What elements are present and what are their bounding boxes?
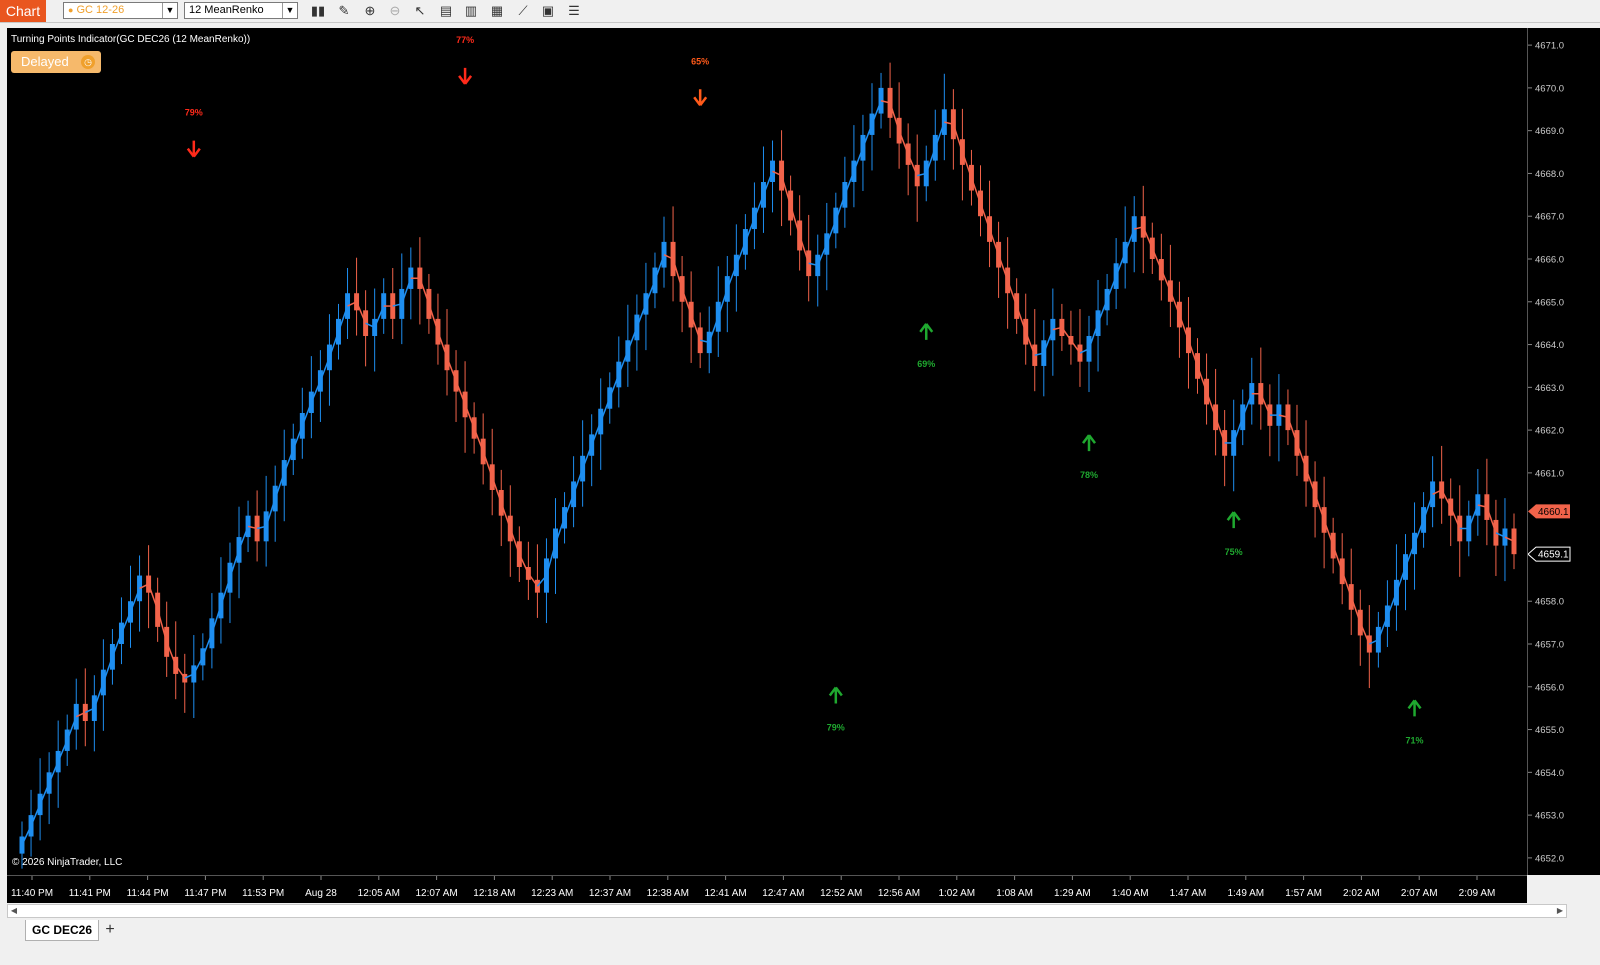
time-tick-label: 12:23 AM — [531, 888, 573, 899]
add-tab-icon[interactable]: + — [101, 920, 119, 940]
bar-type-selector[interactable]: 12 MeanRenko ▼ — [184, 2, 298, 19]
chevron-down-icon[interactable]: ▼ — [282, 3, 297, 18]
buy-signal-label: 75% — [1225, 547, 1243, 557]
price-tick-label: 4665.0 — [1535, 297, 1564, 308]
chart-toolbar: Chart ● GC 12-26 ▼ 12 MeanRenko ▼ ▮▮ ✎ ⊕… — [0, 0, 1600, 23]
time-tick-label: 12:47 AM — [762, 888, 804, 899]
price-tick-label: 4664.0 — [1535, 340, 1564, 351]
scroll-left-icon[interactable]: ◀ — [8, 905, 20, 917]
price-tick-label: 4662.0 — [1535, 426, 1564, 437]
strategies-icon[interactable]: ⟋ — [514, 2, 532, 20]
time-tick-label: 11:44 PM — [127, 888, 169, 899]
data-box-icon[interactable]: ▤ — [437, 2, 455, 20]
price-tick-label: 4654.0 — [1535, 768, 1564, 779]
time-tick-label: 1:40 AM — [1112, 888, 1149, 899]
tab-gc-dec26[interactable]: GC DEC26 — [25, 920, 99, 941]
time-tick-label: 1:57 AM — [1285, 888, 1322, 899]
time-tick-label: 12:07 AM — [415, 888, 457, 899]
zoom-in-icon[interactable]: ⊕ — [361, 2, 379, 20]
up-arrow-icon — [1226, 511, 1241, 529]
time-tick-label: 12:37 AM — [589, 888, 631, 899]
bars-icon[interactable]: ▮▮ — [309, 2, 327, 20]
copyright-text: © 2026 NinjaTrader, LLC — [12, 857, 123, 868]
time-axis-svg: 11:40 PM 11:41 PM 11:44 PM 11:47 PM 11:53 PM… — [11, 876, 1496, 899]
time-tick-label: Aug 28 — [305, 888, 337, 899]
time-tick-label: 12:41 AM — [704, 888, 746, 899]
clock-icon: ◷ — [81, 55, 95, 69]
time-tick-label: 11:47 PM — [184, 888, 226, 899]
horizontal-scrollbar[interactable]: ◀ ▶ — [7, 904, 1567, 918]
last-price-label: 4659.1 — [1538, 550, 1569, 561]
price-tick-label: 4653.0 — [1535, 811, 1564, 822]
sell-signal-label: 77% — [456, 35, 474, 45]
time-tick-label: 1:08 AM — [996, 888, 1033, 899]
up-arrow-icon — [1407, 699, 1422, 717]
buy-signal-label: 79% — [827, 723, 845, 733]
time-tick-label: 12:52 AM — [820, 888, 862, 899]
time-tick-label: 12:38 AM — [647, 888, 689, 899]
time-tick-label: 12:05 AM — [358, 888, 400, 899]
up-arrow-icon — [828, 686, 843, 704]
price-tick-label: 4666.0 — [1535, 255, 1564, 266]
price-tick-label: 4652.0 — [1535, 853, 1564, 864]
sell-signal-label: 79% — [185, 108, 203, 118]
time-tick-label: 2:02 AM — [1343, 888, 1380, 899]
list-icon[interactable]: ☰ — [565, 2, 583, 20]
price-axis-svg: 4671.0 4670.0 4669.0 4668.0 4667.0 4666.0 4665… — [1527, 41, 1571, 864]
price-tick-label: 4657.0 — [1535, 640, 1564, 651]
price-tick-label: 4669.0 — [1535, 126, 1564, 137]
bar-type-value: 12 MeanRenko — [189, 4, 264, 16]
price-tick-label: 4670.0 — [1535, 83, 1564, 94]
price-tick-label: 4661.0 — [1535, 468, 1564, 479]
price-tick-label: 4667.0 — [1535, 212, 1564, 223]
chart-tab-bar: GC DEC26 + — [0, 920, 1600, 965]
indicator-label: Turning Points Indicator(GC DEC26 (12 Me… — [11, 34, 251, 45]
chevron-down-icon[interactable]: ▼ — [162, 3, 177, 18]
instrument-value: GC 12-26 — [76, 4, 125, 16]
price-axis[interactable]: 4671.0 4670.0 4669.0 4668.0 4667.0 4666.0 4665… — [1527, 28, 1600, 875]
price-tick-label: 4671.0 — [1535, 41, 1564, 52]
zoom-out-icon[interactable]: ⊖ — [386, 2, 404, 20]
instrument-selector[interactable]: ● GC 12-26 ▼ — [63, 2, 178, 19]
time-tick-label: 11:40 PM — [11, 888, 53, 899]
pencil-icon[interactable]: ✎ — [335, 2, 353, 20]
bar-style-icon[interactable]: ▥ — [462, 2, 480, 20]
time-tick-label: 1:47 AM — [1170, 888, 1207, 899]
time-tick-label: 1:02 AM — [938, 888, 975, 899]
time-axis[interactable]: 11:40 PM 11:41 PM 11:44 PM 11:47 PM 11:53 PM… — [7, 875, 1527, 903]
chart-plot-area[interactable]: 79% 77% 65% 79% 69% 78% 75% 71% — [7, 28, 1527, 875]
time-tick-label: 11:41 PM — [69, 888, 111, 899]
current-price-label: 4660.1 — [1538, 507, 1569, 518]
down-arrow-icon — [693, 89, 708, 107]
price-tick-label: 4655.0 — [1535, 725, 1564, 736]
price-chart-svg: 79% 77% 65% 79% 69% 78% 75% 71% — [19, 35, 1517, 869]
time-tick-label: 12:56 AM — [878, 888, 920, 899]
instrument-status-icon: ● — [68, 5, 74, 15]
scroll-right-icon[interactable]: ▶ — [1554, 905, 1566, 917]
down-arrow-icon — [458, 67, 473, 85]
price-tick-label: 4663.0 — [1535, 383, 1564, 394]
buy-signal-label: 78% — [1080, 470, 1098, 480]
indicators-icon[interactable]: ▦ — [488, 2, 506, 20]
properties-icon[interactable]: ▣ — [539, 2, 557, 20]
down-arrow-icon — [186, 140, 201, 158]
price-tick-label: 4658.0 — [1535, 597, 1564, 608]
sell-signal-label: 65% — [691, 56, 709, 66]
time-tick-label: 2:07 AM — [1401, 888, 1438, 899]
buy-signal-label: 71% — [1406, 735, 1424, 745]
time-tick-label: 12:18 AM — [473, 888, 515, 899]
delayed-label: Delayed — [21, 54, 69, 69]
delayed-badge[interactable]: Delayed ◷ — [11, 51, 101, 73]
up-arrow-icon — [1082, 434, 1097, 452]
price-tick-label: 4668.0 — [1535, 169, 1564, 180]
chart-menu-button[interactable]: Chart — [0, 0, 46, 22]
time-tick-label: 1:29 AM — [1054, 888, 1091, 899]
pointer-icon[interactable]: ↖ — [411, 2, 429, 20]
time-tick-label: 1:49 AM — [1227, 888, 1264, 899]
time-tick-label: 11:53 PM — [242, 888, 284, 899]
buy-signal-label: 69% — [917, 359, 935, 369]
price-tick-label: 4656.0 — [1535, 682, 1564, 693]
time-tick-label: 2:09 AM — [1459, 888, 1496, 899]
up-arrow-icon — [919, 323, 934, 340]
